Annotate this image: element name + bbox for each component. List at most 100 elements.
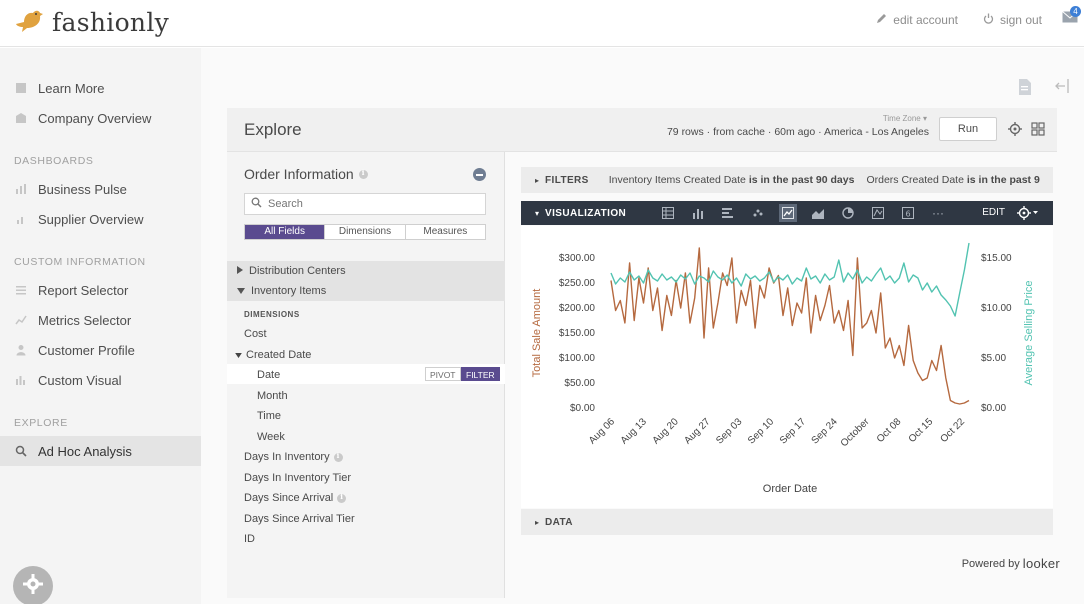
field-time[interactable]: Time	[257, 410, 281, 422]
y-right-tick-label: $10.00	[981, 303, 1012, 314]
field-month[interactable]: Month	[257, 390, 288, 402]
visualization-bar: ▾ VISUALIZATION 6 ··· EDIT	[521, 201, 1053, 225]
sign-out-link[interactable]: sign out	[983, 13, 1042, 27]
sidebar-item-supplier-overview[interactable]: Supplier Overview	[0, 204, 201, 234]
x-tick-label: Aug 27	[682, 416, 712, 446]
field-days-since-arrival-tier[interactable]: Days Since Arrival Tier	[244, 513, 355, 525]
settings-gear-button[interactable]	[13, 566, 53, 604]
run-button[interactable]: Run	[939, 117, 997, 141]
sidebar-item-custom-visual[interactable]: Custom Visual	[0, 365, 201, 395]
edit-viz-button[interactable]: EDIT	[982, 207, 1005, 218]
field-search-box[interactable]	[244, 193, 486, 215]
map-viz-icon[interactable]	[869, 204, 887, 222]
sidebar-item-label: Supplier Overview	[38, 211, 144, 227]
sidebar-item-company-overview[interactable]: Company Overview	[0, 103, 201, 133]
info-icon[interactable]	[333, 451, 343, 462]
sidebar-item-customer-profile[interactable]: Customer Profile	[0, 335, 201, 365]
area-viz-icon[interactable]	[809, 204, 827, 222]
y-left-tick-label: $150.00	[559, 328, 596, 339]
field-days-since-arrival[interactable]: Days Since Arrival	[244, 492, 347, 504]
x-tick-label: Oct 15	[907, 416, 936, 445]
x-axis-title: Order Date	[763, 483, 817, 495]
single-value-viz-icon[interactable]: 6	[899, 204, 917, 222]
section-dashboards: DASHBOARDS	[14, 155, 94, 167]
view-label: Distribution Centers	[249, 265, 346, 277]
x-tick-label: Aug 06	[587, 416, 617, 446]
field-week[interactable]: Week	[257, 431, 285, 443]
svg-text:6: 6	[906, 210, 911, 219]
brand[interactable]: fashionly	[14, 7, 169, 38]
sidebar-item-label: Ad Hoc Analysis	[38, 443, 132, 459]
caret-right-icon: ▸	[535, 175, 540, 185]
collapse-panel-icon[interactable]	[1054, 78, 1070, 99]
list-icon	[14, 283, 28, 297]
field-date[interactable]: Date	[257, 369, 280, 381]
view-distribution-centers[interactable]: Distribution Centers	[227, 261, 505, 281]
table-viz-icon[interactable]	[659, 204, 677, 222]
grid-layout-icon[interactable]	[1031, 122, 1045, 141]
dimensions-heading: DIMENSIONS	[244, 310, 300, 319]
viz-gear-icon[interactable]	[1017, 206, 1039, 225]
filter-button[interactable]: FILTER	[461, 367, 500, 381]
sidebar-item-learn-more[interactable]: Learn More	[0, 73, 201, 103]
sidebar-item-label: Metrics Selector	[38, 312, 132, 328]
sidebar-item-metrics-selector[interactable]: Metrics Selector	[0, 305, 201, 335]
info-icon[interactable]	[358, 168, 368, 179]
field-label: Days Since Arrival	[244, 492, 334, 504]
more-viz-button[interactable]: ···	[929, 204, 947, 222]
filters-bar[interactable]: ▸ FILTERS Inventory Items Created Date i…	[521, 167, 1053, 193]
sidebar-item-label: Company Overview	[38, 110, 152, 126]
timezone-label[interactable]: Time Zone ▾	[883, 114, 927, 123]
sign-out-label: sign out	[999, 13, 1042, 27]
pulse-chart-icon	[14, 182, 28, 196]
view-inventory-items[interactable]: Inventory Items	[227, 281, 505, 301]
field-group-created-date[interactable]: Created Date	[235, 349, 311, 361]
field-label: Week	[257, 431, 285, 443]
data-bar[interactable]: ▸ DATA	[521, 509, 1053, 535]
line-viz-icon[interactable]	[779, 204, 797, 222]
sidebar-item-report-selector[interactable]: Report Selector	[0, 275, 201, 305]
bar-viz-icon[interactable]	[719, 204, 737, 222]
y-left-tick-label: $50.00	[564, 378, 595, 389]
document-icon[interactable]	[1018, 78, 1032, 101]
caret-right-icon	[237, 265, 243, 277]
pivot-button[interactable]: PIVOT	[425, 367, 461, 381]
search-input[interactable]	[268, 198, 468, 210]
looker-logo[interactable]: looker	[1023, 556, 1060, 571]
tab-measures[interactable]: Measures	[404, 225, 485, 239]
caret-down-icon[interactable]: ▾	[535, 209, 539, 218]
sidebar-item-label: Report Selector	[38, 282, 129, 298]
line-chart[interactable]: $0.00 $50.00 $100.00 $150.00 $200.00 $250.00 $…	[521, 226, 1053, 508]
line-chart-icon	[14, 313, 28, 327]
chart-panel: $0.00 $50.00 $100.00 $150.00 $200.00 $250.00 $…	[521, 226, 1053, 508]
y-right-tick-label: $0.00	[981, 403, 1006, 414]
mail-button[interactable]: 4	[1062, 6, 1081, 28]
y-left-tick-label: $100.00	[559, 353, 596, 364]
collapse-minus-icon[interactable]	[473, 168, 486, 181]
tab-dimensions[interactable]: Dimensions	[324, 225, 404, 239]
top-bar: fashionly edit account sign out 4	[0, 0, 1084, 47]
field-cost[interactable]: Cost	[244, 328, 267, 340]
tab-all-fields[interactable]: All Fields	[245, 225, 325, 239]
field-days-in-inventory-tier[interactable]: Days In Inventory Tier	[244, 472, 351, 484]
pie-viz-icon[interactable]	[839, 204, 857, 222]
field-days-in-inventory[interactable]: Days In Inventory	[244, 451, 343, 463]
series-line-total-sale-amount	[610, 247, 970, 405]
section-explore: EXPLORE	[14, 417, 68, 429]
scatter-viz-icon[interactable]	[749, 204, 767, 222]
gear-icon[interactable]	[1008, 122, 1022, 141]
sidebar-item-ad-hoc-analysis[interactable]: Ad Hoc Analysis	[0, 436, 201, 466]
x-tick-label: Sep 17	[778, 416, 808, 446]
field-id[interactable]: ID	[244, 533, 255, 545]
page-title: Explore	[244, 120, 302, 139]
visualization-label[interactable]: VISUALIZATION	[545, 208, 626, 219]
field-label: Days Since Arrival Tier	[244, 513, 355, 525]
edit-account-link[interactable]: edit account	[876, 13, 958, 27]
field-label: Date	[257, 369, 281, 381]
column-viz-icon[interactable]	[689, 204, 707, 222]
x-tick-label: Oct 22	[939, 416, 968, 445]
info-icon[interactable]	[337, 492, 347, 503]
sidebar-item-business-pulse[interactable]: Business Pulse	[0, 174, 201, 204]
field-label: Days In Inventory Tier	[244, 472, 351, 484]
sidebar-item-label: Customer Profile	[38, 342, 135, 358]
